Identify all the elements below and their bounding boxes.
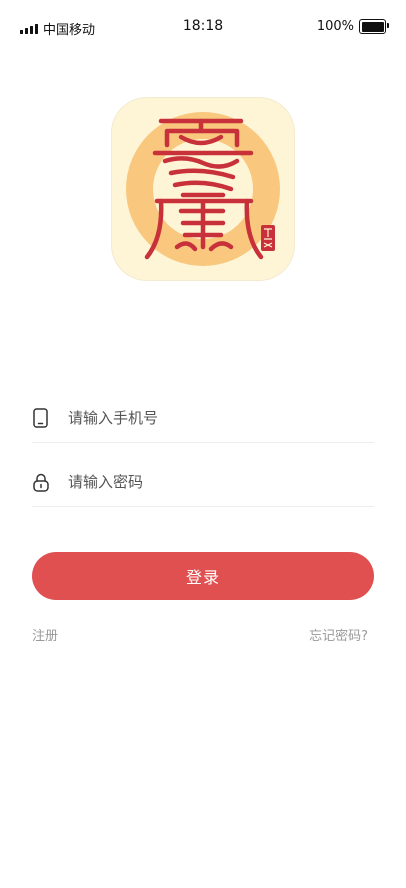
login-button[interactable]: 登录: [32, 552, 374, 600]
register-link[interactable]: 注册: [32, 625, 58, 644]
password-input[interactable]: [68, 470, 368, 494]
app-logo-graphic: [126, 112, 280, 266]
lock-icon: [33, 473, 49, 492]
status-bar: 中国移动 18:18 100%: [0, 0, 406, 54]
app-logo: [111, 97, 295, 281]
phone-input[interactable]: [68, 406, 368, 430]
battery-percent: 100%: [316, 19, 354, 34]
status-right: 100%: [316, 19, 389, 34]
phone-icon: [33, 408, 48, 428]
battery-icon: [359, 19, 389, 34]
password-field: [32, 462, 374, 507]
battery-level: [361, 21, 384, 32]
phone-field: [32, 398, 374, 443]
forgot-password-link[interactable]: 忘记密码?: [309, 625, 368, 644]
